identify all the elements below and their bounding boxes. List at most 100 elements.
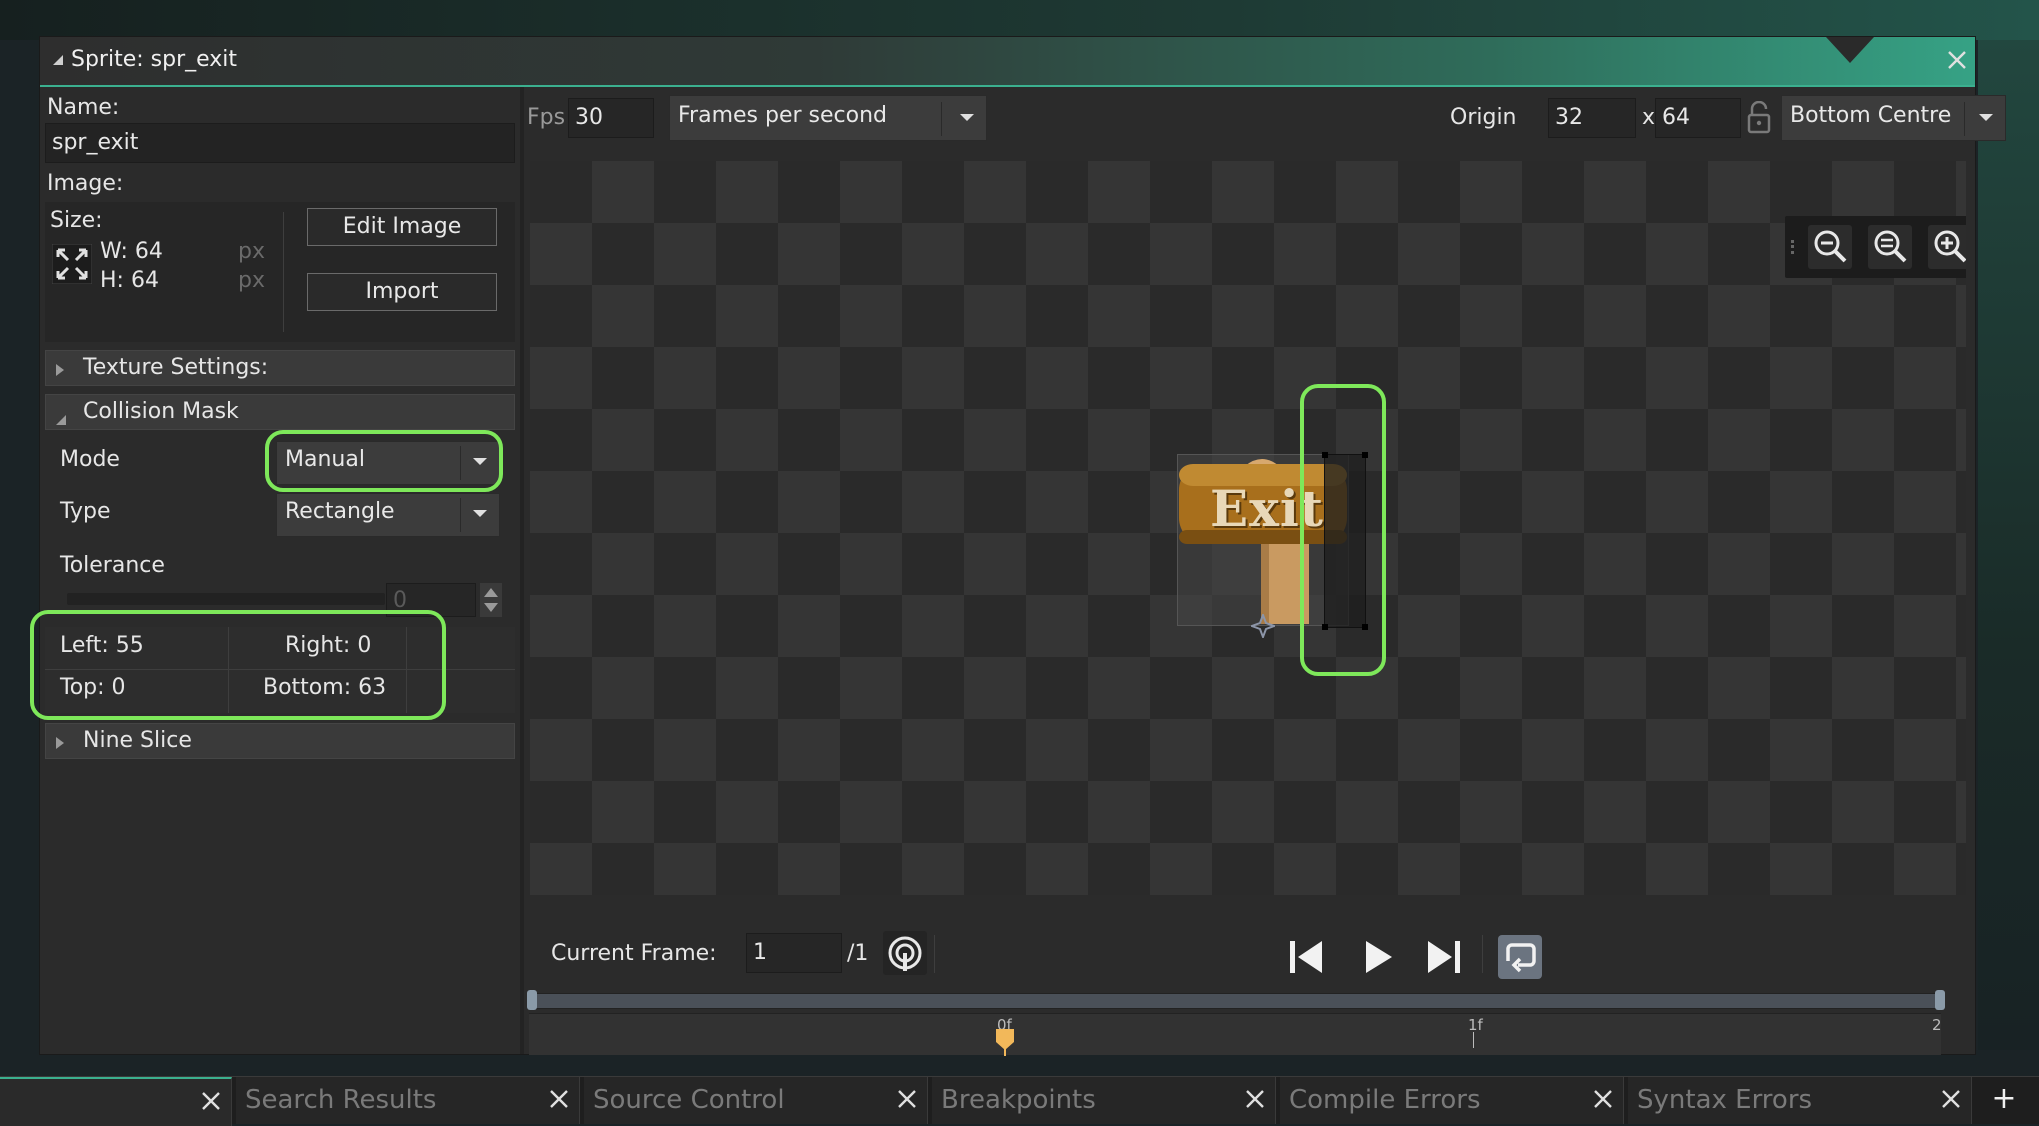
nine-slice-label: Nine Slice: [83, 728, 192, 753]
tolerance-label: Tolerance: [60, 553, 165, 578]
output-tab-bar: Search Results Source Control Breakpoint…: [0, 1076, 2039, 1126]
expand-arrow-icon: [56, 364, 64, 376]
expand-arrow-icon: [56, 737, 64, 749]
window-title: Sprite: spr_exit: [71, 47, 238, 72]
mode-dropdown-value: Manual: [285, 447, 365, 472]
tab-breakpoints[interactable]: Breakpoints: [932, 1077, 1276, 1124]
tab-source-control[interactable]: Source Control: [584, 1077, 928, 1124]
origin-x-input[interactable]: 32: [1548, 98, 1636, 138]
mode-dropdown[interactable]: Manual: [276, 441, 500, 485]
zoom-reset-icon[interactable]: [1867, 224, 1913, 270]
left-bound-field[interactable]: Left: 55: [60, 633, 144, 658]
origin-y-input[interactable]: 64: [1655, 98, 1741, 138]
scroll-handle-end[interactable]: [1935, 990, 1945, 1010]
close-icon[interactable]: [1589, 1085, 1617, 1113]
fps-input[interactable]: 30: [568, 98, 654, 138]
close-icon[interactable]: [1937, 1085, 1965, 1113]
sprite-editor-window: Sprite: spr_exit Name: spr_exit Image: S…: [39, 36, 2006, 1056]
tolerance-spinner[interactable]: [480, 583, 502, 617]
width-unit: px: [238, 239, 265, 264]
tab-search-results[interactable]: Search Results: [236, 1077, 580, 1124]
nine-slice-header[interactable]: Nine Slice: [45, 723, 515, 759]
sign-text: Exit: [1210, 479, 1325, 538]
zoom-out-icon[interactable]: [1807, 224, 1853, 270]
desktop-background-top: [0, 0, 2039, 40]
texture-settings-label: Texture Settings:: [83, 355, 269, 380]
resize-icon[interactable]: [52, 244, 92, 284]
mode-label: Mode: [60, 447, 120, 472]
current-frame-input[interactable]: 1: [746, 933, 842, 973]
close-icon[interactable]: [893, 1085, 921, 1113]
image-label: Image:: [47, 171, 124, 196]
timeline-mark-2: 2: [1932, 1016, 1942, 1034]
fps-label: Fps: [527, 105, 566, 130]
timeline-ruler[interactable]: 0f 1f 2: [529, 1013, 1942, 1056]
origin-marker-icon[interactable]: [1251, 614, 1275, 638]
fps-mode-value: Frames per second: [678, 103, 887, 128]
name-label: Name:: [47, 95, 120, 120]
properties-panel: Name: spr_exit Image: Size: W: 64 H: 64 …: [40, 87, 520, 1054]
titlebar-notch: [1826, 37, 1874, 63]
collision-mask-header[interactable]: Collision Mask: [45, 394, 515, 430]
chevron-down-icon: [473, 510, 487, 517]
scroll-handle-start[interactable]: [527, 990, 537, 1010]
dropdown-separator: [941, 102, 942, 136]
fps-mode-dropdown[interactable]: Frames per second: [669, 95, 987, 141]
dropdown-separator: [460, 498, 461, 532]
timeline-mark-1: 1f: [1468, 1016, 1483, 1034]
top-bound-field[interactable]: Top: 0: [60, 675, 126, 700]
origin-preset-dropdown[interactable]: Bottom Centre: [1781, 95, 2006, 141]
collision-mask-rect[interactable]: [1322, 452, 1368, 630]
add-tab-button[interactable]: +: [1976, 1081, 2032, 1121]
tab-label: Compile Errors: [1289, 1085, 1481, 1115]
window-titlebar[interactable]: Sprite: spr_exit: [40, 37, 1975, 87]
height-readout: H: 64: [100, 268, 159, 293]
right-bound-field[interactable]: Right: 0: [285, 633, 371, 658]
mask-bounds-grid: Left: 55 Right: 0 Top: 0 Bottom: 63: [45, 627, 515, 713]
tab-active[interactable]: [0, 1077, 232, 1126]
edit-image-button[interactable]: Edit Image: [307, 208, 497, 246]
drag-handle[interactable]: [1791, 240, 1797, 254]
chevron-down-icon: [1979, 114, 1993, 121]
frame-marker-icon[interactable]: [995, 1028, 1015, 1056]
origin-label: Origin: [1450, 105, 1517, 130]
texture-settings-header[interactable]: Texture Settings:: [45, 350, 515, 386]
play-icon[interactable]: [1358, 937, 1398, 977]
tolerance-input[interactable]: 0: [386, 583, 476, 617]
size-divider: [283, 212, 284, 332]
chevron-down-icon: [473, 458, 487, 465]
onion-skin-icon[interactable]: [883, 931, 927, 975]
tab-compile-errors[interactable]: Compile Errors: [1280, 1077, 1624, 1124]
tolerance-slider[interactable]: [67, 593, 385, 605]
toolbar-divider: [934, 935, 935, 973]
dropdown-separator: [1964, 102, 1965, 136]
chevron-down-icon: [960, 114, 974, 121]
bounds-divider-vertical: [228, 627, 229, 713]
type-dropdown[interactable]: Rectangle: [276, 493, 500, 537]
bounds-divider-horizontal: [45, 669, 515, 670]
sprite-canvas[interactable]: Exit: [530, 161, 1966, 895]
close-icon[interactable]: [1241, 1085, 1269, 1113]
sprite-name-input[interactable]: spr_exit: [45, 123, 515, 163]
close-icon[interactable]: [1943, 46, 1971, 74]
zoom-in-icon[interactable]: [1927, 224, 1966, 270]
height-unit: px: [238, 268, 265, 293]
collapse-arrow-icon: [56, 415, 66, 425]
bottom-bound-field[interactable]: Bottom: 63: [263, 675, 386, 700]
skip-to-start-icon[interactable]: [1286, 937, 1326, 977]
import-button[interactable]: Import: [307, 273, 497, 311]
timeline-scrollbar[interactable]: [527, 990, 1945, 1010]
lock-icon[interactable]: [1746, 101, 1772, 135]
tab-label: Breakpoints: [941, 1085, 1096, 1115]
skip-to-end-icon[interactable]: [1424, 937, 1464, 977]
type-dropdown-value: Rectangle: [285, 499, 395, 524]
loop-icon[interactable]: [1498, 935, 1542, 979]
resize-corner-icon[interactable]: [53, 55, 63, 65]
width-readout: W: 64: [100, 239, 163, 264]
tab-syntax-errors[interactable]: Syntax Errors: [1628, 1077, 1972, 1124]
close-icon[interactable]: [545, 1085, 573, 1113]
zoom-toolbar: [1785, 216, 1966, 278]
close-icon[interactable]: [197, 1087, 225, 1115]
size-label: Size:: [50, 208, 103, 233]
collision-mask-label: Collision Mask: [83, 399, 239, 424]
